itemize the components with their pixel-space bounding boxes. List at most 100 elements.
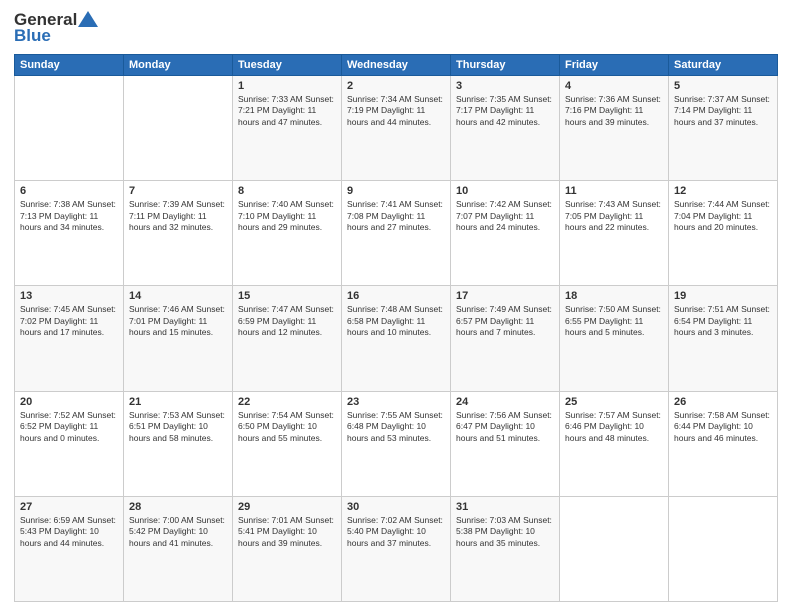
day-number: 29 bbox=[238, 501, 336, 513]
day-number: 26 bbox=[674, 396, 772, 408]
day-number: 3 bbox=[456, 80, 554, 92]
day-number: 19 bbox=[674, 290, 772, 302]
calendar-cell: 10 Sunrise: 7:42 AM Sunset: 7:07 PM Dayli… bbox=[451, 181, 560, 286]
day-info: Sunrise: 7:48 AM Sunset: 6:58 PM Dayligh… bbox=[347, 304, 445, 338]
day-number: 18 bbox=[565, 290, 663, 302]
calendar-cell: 3 Sunrise: 7:35 AM Sunset: 7:17 PM Daylig… bbox=[451, 76, 560, 181]
day-number: 14 bbox=[129, 290, 227, 302]
day-info: Sunrise: 7:54 AM Sunset: 6:50 PM Dayligh… bbox=[238, 410, 336, 444]
day-info: Sunrise: 7:42 AM Sunset: 7:07 PM Dayligh… bbox=[456, 199, 554, 233]
day-info: Sunrise: 7:01 AM Sunset: 5:41 PM Dayligh… bbox=[238, 515, 336, 549]
weekday-tuesday: Tuesday bbox=[233, 55, 342, 76]
calendar-cell: 4 Sunrise: 7:36 AM Sunset: 7:16 PM Daylig… bbox=[560, 76, 669, 181]
calendar-cell: 24 Sunrise: 7:56 AM Sunset: 6:47 PM Dayli… bbox=[451, 391, 560, 496]
header: General Blue bbox=[14, 10, 778, 46]
day-number: 28 bbox=[129, 501, 227, 513]
calendar-cell: 22 Sunrise: 7:54 AM Sunset: 6:50 PM Dayli… bbox=[233, 391, 342, 496]
calendar-cell: 5Sunrise: 7:37 AM Sunset: 7:14 PM Daylig… bbox=[669, 76, 778, 181]
calendar-cell: 15 Sunrise: 7:47 AM Sunset: 6:59 PM Dayli… bbox=[233, 286, 342, 391]
day-number: 17 bbox=[456, 290, 554, 302]
calendar-cell: 30 Sunrise: 7:02 AM Sunset: 5:40 PM Dayli… bbox=[342, 496, 451, 601]
calendar-cell: 1Sunrise: 7:33 AM Sunset: 7:21 PM Daylig… bbox=[233, 76, 342, 181]
day-info: Sunrise: 7:46 AM Sunset: 7:01 PM Dayligh… bbox=[129, 304, 227, 338]
day-info: Sunrise: 7:38 AM Sunset: 7:13 PM Dayligh… bbox=[20, 199, 118, 233]
calendar-cell bbox=[560, 496, 669, 601]
day-number: 24 bbox=[456, 396, 554, 408]
calendar-cell: 17Sunrise: 7:49 AM Sunset: 6:57 PM Dayli… bbox=[451, 286, 560, 391]
day-number: 2 bbox=[347, 80, 445, 92]
calendar-table: SundayMondayTuesdayWednesdayThursdayFrid… bbox=[14, 54, 778, 602]
day-number: 12 bbox=[674, 185, 772, 197]
day-number: 20 bbox=[20, 396, 118, 408]
calendar-cell bbox=[124, 76, 233, 181]
day-number: 30 bbox=[347, 501, 445, 513]
day-number: 7 bbox=[129, 185, 227, 197]
day-number: 5 bbox=[674, 80, 772, 92]
weekday-saturday: Saturday bbox=[669, 55, 778, 76]
day-number: 22 bbox=[238, 396, 336, 408]
logo-blue-text: Blue bbox=[14, 26, 51, 46]
weekday-friday: Friday bbox=[560, 55, 669, 76]
calendar-cell: 14 Sunrise: 7:46 AM Sunset: 7:01 PM Dayli… bbox=[124, 286, 233, 391]
day-info: Sunrise: 7:53 AM Sunset: 6:51 PM Dayligh… bbox=[129, 410, 227, 444]
day-number: 23 bbox=[347, 396, 445, 408]
day-number: 4 bbox=[565, 80, 663, 92]
day-number: 1 bbox=[238, 80, 336, 92]
day-number: 15 bbox=[238, 290, 336, 302]
weekday-wednesday: Wednesday bbox=[342, 55, 451, 76]
day-info: Sunrise: 7:45 AM Sunset: 7:02 PM Dayligh… bbox=[20, 304, 118, 338]
calendar-cell: 28Sunrise: 7:00 AM Sunset: 5:42 PM Dayli… bbox=[124, 496, 233, 601]
calendar-cell: 18 Sunrise: 7:50 AM Sunset: 6:55 PM Dayli… bbox=[560, 286, 669, 391]
day-info: Sunrise: 7:56 AM Sunset: 6:47 PM Dayligh… bbox=[456, 410, 554, 444]
page: General Blue SundayMondayTuesdayWednesda… bbox=[0, 0, 792, 612]
calendar-cell: 26 Sunrise: 7:58 AM Sunset: 6:44 PM Dayli… bbox=[669, 391, 778, 496]
day-info: Sunrise: 7:58 AM Sunset: 6:44 PM Dayligh… bbox=[674, 410, 772, 444]
day-info: Sunrise: 7:57 AM Sunset: 6:46 PM Dayligh… bbox=[565, 410, 663, 444]
calendar-cell: 7 Sunrise: 7:39 AM Sunset: 7:11 PM Daylig… bbox=[124, 181, 233, 286]
day-info: Sunrise: 7:39 AM Sunset: 7:11 PM Dayligh… bbox=[129, 199, 227, 233]
day-number: 27 bbox=[20, 501, 118, 513]
day-number: 11 bbox=[565, 185, 663, 197]
weekday-sunday: Sunday bbox=[15, 55, 124, 76]
weekday-monday: Monday bbox=[124, 55, 233, 76]
day-info: Sunrise: 7:02 AM Sunset: 5:40 PM Dayligh… bbox=[347, 515, 445, 549]
week-row-3: 13 Sunrise: 7:45 AM Sunset: 7:02 PM Dayli… bbox=[15, 286, 778, 391]
week-row-1: 1Sunrise: 7:33 AM Sunset: 7:21 PM Daylig… bbox=[15, 76, 778, 181]
calendar-cell: 23Sunrise: 7:55 AM Sunset: 6:48 PM Dayli… bbox=[342, 391, 451, 496]
day-info: Sunrise: 7:40 AM Sunset: 7:10 PM Dayligh… bbox=[238, 199, 336, 233]
calendar-cell: 29 Sunrise: 7:01 AM Sunset: 5:41 PM Dayli… bbox=[233, 496, 342, 601]
day-info: Sunrise: 7:43 AM Sunset: 7:05 PM Dayligh… bbox=[565, 199, 663, 233]
day-number: 21 bbox=[129, 396, 227, 408]
calendar-cell: 31 Sunrise: 7:03 AM Sunset: 5:38 PM Dayli… bbox=[451, 496, 560, 601]
week-row-4: 20 Sunrise: 7:52 AM Sunset: 6:52 PM Dayli… bbox=[15, 391, 778, 496]
day-info: Sunrise: 7:52 AM Sunset: 6:52 PM Dayligh… bbox=[20, 410, 118, 444]
calendar-cell: 12 Sunrise: 7:44 AM Sunset: 7:04 PM Dayli… bbox=[669, 181, 778, 286]
day-info: Sunrise: 7:03 AM Sunset: 5:38 PM Dayligh… bbox=[456, 515, 554, 549]
day-number: 25 bbox=[565, 396, 663, 408]
day-number: 10 bbox=[456, 185, 554, 197]
day-info: Sunrise: 7:36 AM Sunset: 7:16 PM Dayligh… bbox=[565, 94, 663, 128]
day-number: 31 bbox=[456, 501, 554, 513]
calendar-cell: 16 Sunrise: 7:48 AM Sunset: 6:58 PM Dayli… bbox=[342, 286, 451, 391]
day-info: Sunrise: 7:51 AM Sunset: 6:54 PM Dayligh… bbox=[674, 304, 772, 338]
day-info: Sunrise: 7:34 AM Sunset: 7:19 PM Dayligh… bbox=[347, 94, 445, 128]
calendar-cell: 19 Sunrise: 7:51 AM Sunset: 6:54 PM Dayli… bbox=[669, 286, 778, 391]
calendar-cell: 13 Sunrise: 7:45 AM Sunset: 7:02 PM Dayli… bbox=[15, 286, 124, 391]
day-number: 16 bbox=[347, 290, 445, 302]
day-info: Sunrise: 7:50 AM Sunset: 6:55 PM Dayligh… bbox=[565, 304, 663, 338]
calendar-cell: 2 Sunrise: 7:34 AM Sunset: 7:19 PM Daylig… bbox=[342, 76, 451, 181]
day-info: Sunrise: 7:47 AM Sunset: 6:59 PM Dayligh… bbox=[238, 304, 336, 338]
weekday-header-row: SundayMondayTuesdayWednesdayThursdayFrid… bbox=[15, 55, 778, 76]
calendar-cell: 27Sunrise: 6:59 AM Sunset: 5:43 PM Dayli… bbox=[15, 496, 124, 601]
day-info: Sunrise: 7:41 AM Sunset: 7:08 PM Dayligh… bbox=[347, 199, 445, 233]
week-row-5: 27Sunrise: 6:59 AM Sunset: 5:43 PM Dayli… bbox=[15, 496, 778, 601]
calendar-cell: 9Sunrise: 7:41 AM Sunset: 7:08 PM Daylig… bbox=[342, 181, 451, 286]
weekday-thursday: Thursday bbox=[451, 55, 560, 76]
calendar-cell: 11 Sunrise: 7:43 AM Sunset: 7:05 PM Dayli… bbox=[560, 181, 669, 286]
day-number: 8 bbox=[238, 185, 336, 197]
calendar-cell: 25 Sunrise: 7:57 AM Sunset: 6:46 PM Dayli… bbox=[560, 391, 669, 496]
day-info: Sunrise: 7:35 AM Sunset: 7:17 PM Dayligh… bbox=[456, 94, 554, 128]
day-info: Sunrise: 7:44 AM Sunset: 7:04 PM Dayligh… bbox=[674, 199, 772, 233]
calendar-cell: 21 Sunrise: 7:53 AM Sunset: 6:51 PM Dayli… bbox=[124, 391, 233, 496]
day-number: 13 bbox=[20, 290, 118, 302]
